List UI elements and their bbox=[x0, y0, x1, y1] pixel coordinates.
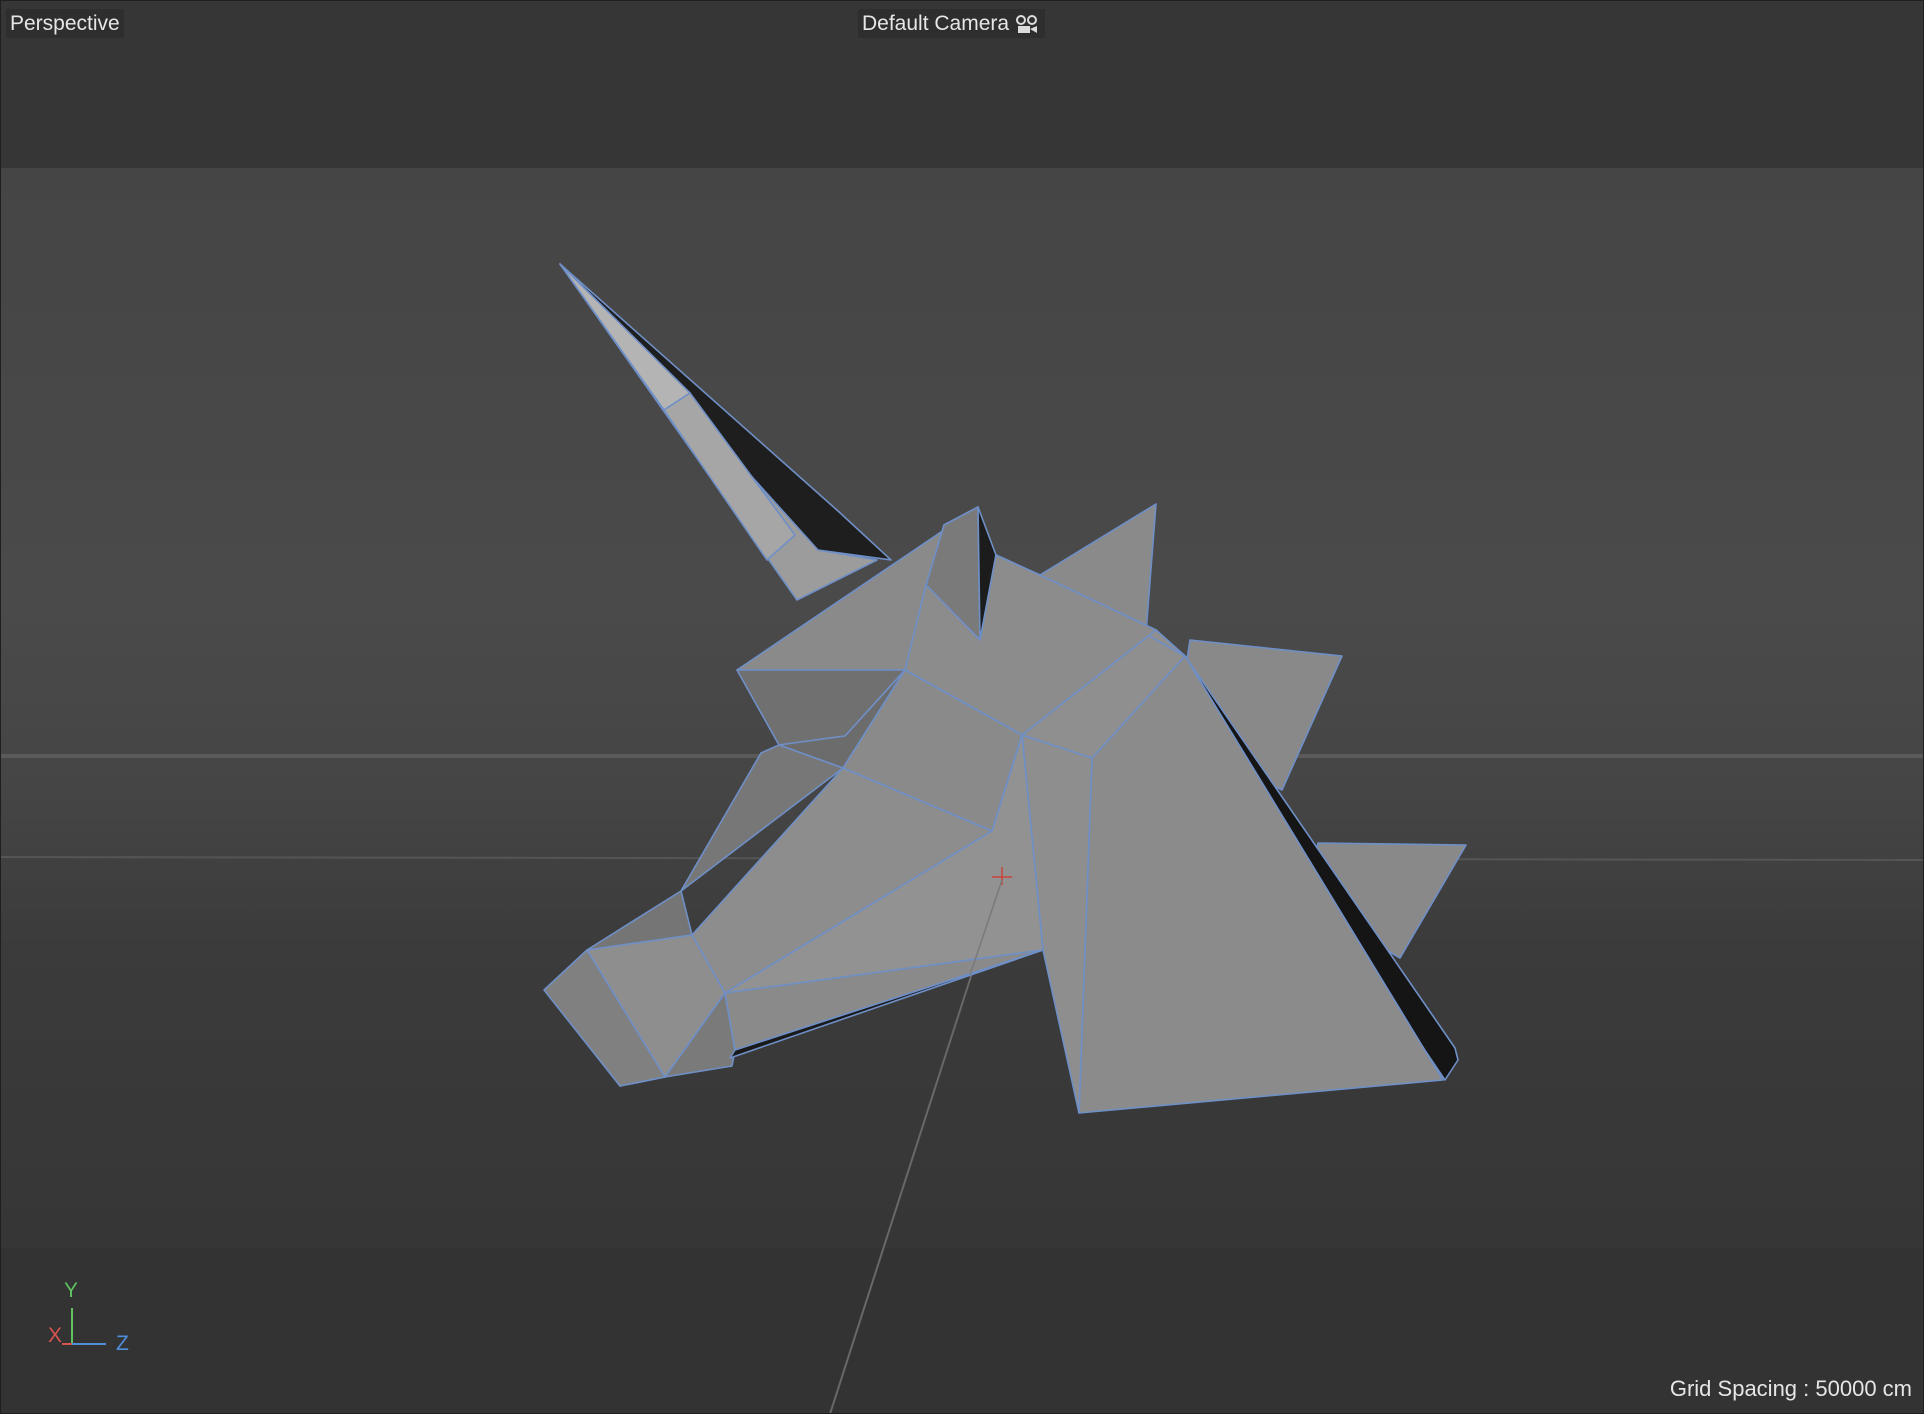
unicorn-head-model[interactable] bbox=[543, 263, 1467, 1114]
scene-canvas[interactable] bbox=[0, 0, 1924, 1414]
camera-name: Default Camera bbox=[862, 12, 1010, 35]
camera-glasses-icon[interactable] bbox=[1015, 14, 1041, 34]
3d-viewport[interactable]: Perspective Default Camera Y X Z Grid Sp… bbox=[0, 0, 1924, 1414]
grid-spacing-label: Grid Spacing : 50000 cm bbox=[1669, 1376, 1912, 1401]
axis-z-label: Z bbox=[116, 1332, 129, 1355]
horn-tip-face bbox=[559, 263, 691, 411]
horn-shadow-face bbox=[559, 263, 892, 561]
axis-gizmo: Y X Z bbox=[40, 1280, 140, 1360]
axis-y-label: Y bbox=[64, 1279, 79, 1302]
camera-label[interactable]: Default Camera bbox=[858, 9, 1046, 39]
axis-x-label: X bbox=[48, 1324, 63, 1347]
view-name-label[interactable]: Perspective bbox=[6, 9, 124, 39]
